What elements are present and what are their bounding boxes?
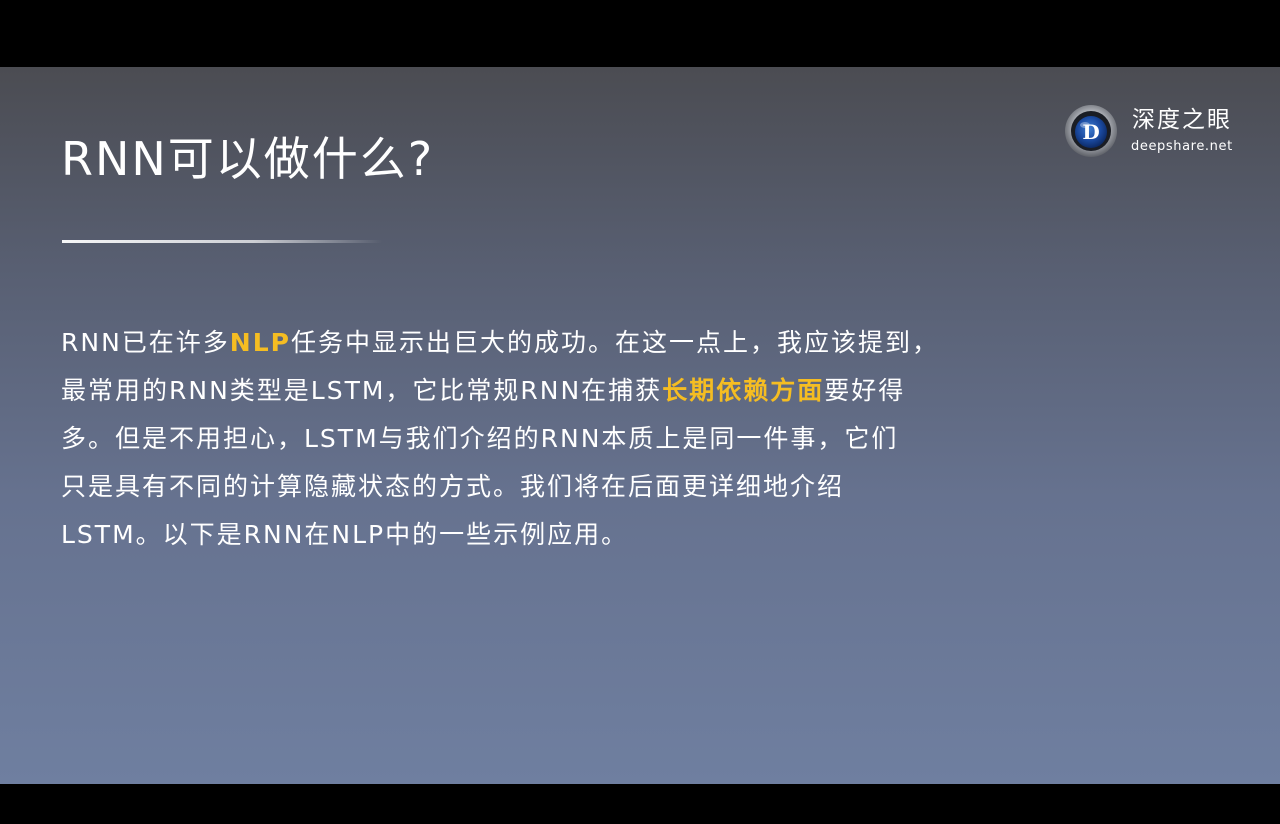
title-underline <box>62 240 382 243</box>
paragraph-line-2: 最常用的RNN类型是LSTM，它比常规RNN在捕获长期依赖方面要好得 <box>61 367 1061 415</box>
line-1-text-after: 任务中显示出巨大的成功。在这一点上，我应该提到， <box>290 328 939 357</box>
slide: RNN可以做什么? D 深度之眼 deepshare.net RNN已在许多NL… <box>0 67 1280 784</box>
highlight-nlp: NLP <box>229 328 291 357</box>
line-1-text-before: RNN已在许多 <box>61 328 230 357</box>
paragraph-line-3: 多。但是不用担心，LSTM与我们介绍的RNN本质上是同一件事，它们 <box>61 424 899 453</box>
paragraph-line-5: LSTM。以下是RNN在NLP中的一些示例应用。 <box>61 520 629 549</box>
logo-letter: D <box>1082 120 1099 144</box>
line-2-text-before: 最常用的RNN类型是LSTM，它比常规RNN在捕获 <box>61 376 663 405</box>
video-frame: RNN可以做什么? D 深度之眼 deepshare.net RNN已在许多NL… <box>0 0 1280 824</box>
slide-title: RNN可以做什么? <box>61 132 435 186</box>
deepshare-eye-logo-icon: D <box>1064 104 1118 158</box>
highlight-long-term-dependency: 长期依赖方面 <box>662 376 825 405</box>
line-2-text-after: 要好得 <box>824 376 906 405</box>
brand-name: 深度之眼 <box>1132 107 1232 133</box>
paragraph-line-1: RNN已在许多NLP任务中显示出巨大的成功。在这一点上，我应该提到， <box>61 319 1061 367</box>
paragraph-line-4: 只是具有不同的计算隐藏状态的方式。我们将在后面更详细地介绍 <box>61 472 845 501</box>
brand-url: deepshare.net <box>1131 139 1233 154</box>
body-paragraph: RNN已在许多NLP任务中显示出巨大的成功。在这一点上，我应该提到， 最常用的R… <box>61 319 1061 559</box>
brand-block: D 深度之眼 deepshare.net <box>1064 103 1254 159</box>
